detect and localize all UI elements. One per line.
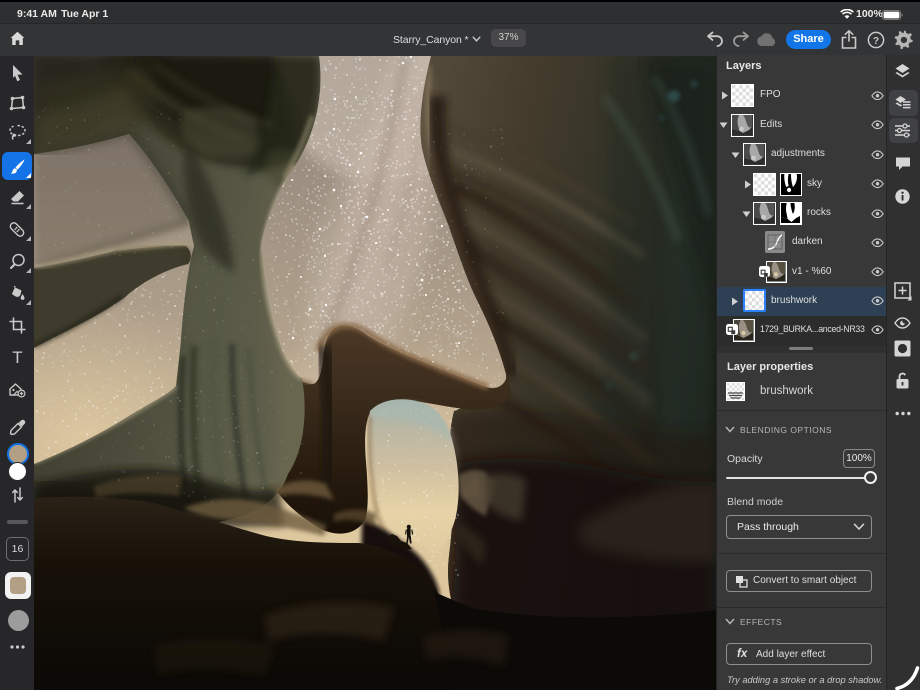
svg-text:?: ? (873, 35, 879, 46)
svg-text:T: T (12, 349, 22, 365)
